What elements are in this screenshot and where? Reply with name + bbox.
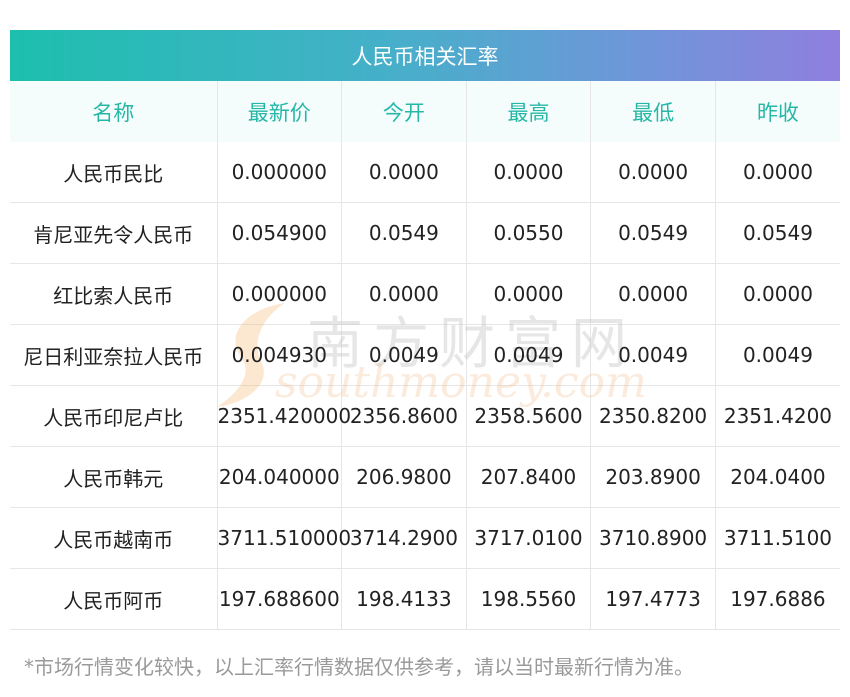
- currency-pair-name: 人民币韩元: [10, 446, 218, 508]
- table-row[interactable]: 人民币印尼卢比 2351.420000 2356.8600 2358.5600 …: [10, 385, 840, 447]
- high-price: 198.5560: [466, 568, 592, 630]
- table-row[interactable]: 人民币越南币 3711.510000 3714.2900 3717.0100 3…: [10, 507, 840, 569]
- rate-card: 人民币相关汇率 名称 最新价 今开 最高 最低 昨收 人民币民比 0.00000…: [0, 0, 850, 697]
- low-price: 0.0049: [590, 324, 716, 386]
- prev-close-price: 0.0549: [715, 202, 840, 264]
- header-high: 最高: [466, 81, 592, 142]
- table-body: 人民币民比 0.000000 0.0000 0.0000 0.0000 0.00…: [10, 142, 840, 630]
- high-price: 0.0000: [466, 142, 592, 203]
- table-row[interactable]: 人民币韩元 204.040000 206.9800 207.8400 203.8…: [10, 446, 840, 508]
- open-price: 0.0549: [341, 202, 467, 264]
- currency-pair-name: 人民币阿币: [10, 568, 218, 630]
- open-price: 2356.8600: [341, 385, 467, 447]
- high-price: 207.8400: [466, 446, 592, 508]
- low-price: 2350.8200: [590, 385, 716, 447]
- disclaimer-note: *市场行情变化较快，以上汇率行情数据仅供参考，请以当时最新行情为准。: [24, 655, 694, 679]
- table-row[interactable]: 尼日利亚奈拉人民币 0.004930 0.0049 0.0049 0.0049 …: [10, 324, 840, 386]
- prev-close-price: 3711.5100: [715, 507, 840, 569]
- prev-close-price: 0.0000: [715, 263, 840, 325]
- latest-price: 0.004930: [217, 324, 343, 386]
- table-header: 名称 最新价 今开 最高 最低 昨收: [10, 81, 840, 142]
- low-price: 0.0549: [590, 202, 716, 264]
- latest-price: 0.054900: [217, 202, 343, 264]
- prev-close-price: 197.6886: [715, 568, 840, 630]
- high-price: 2358.5600: [466, 385, 592, 447]
- open-price: 0.0000: [341, 263, 467, 325]
- table-row[interactable]: 红比索人民币 0.000000 0.0000 0.0000 0.0000 0.0…: [10, 263, 840, 325]
- prev-close-price: 2351.4200: [715, 385, 840, 447]
- low-price: 203.8900: [590, 446, 716, 508]
- high-price: 0.0550: [466, 202, 592, 264]
- header-name: 名称: [10, 81, 218, 142]
- table-title-text: 人民币相关汇率: [351, 44, 499, 69]
- currency-pair-name: 人民币越南币: [10, 507, 218, 569]
- latest-price: 3711.510000: [217, 507, 351, 569]
- header-open: 今开: [341, 81, 467, 142]
- low-price: 197.4773: [590, 568, 716, 630]
- currency-pair-name: 人民币印尼卢比: [10, 385, 218, 447]
- currency-pair-name: 肯尼亚先令人民币: [10, 202, 218, 264]
- high-price: 0.0049: [466, 324, 592, 386]
- open-price: 0.0000: [341, 142, 467, 203]
- latest-price: 197.688600: [217, 568, 343, 630]
- table-row[interactable]: 肯尼亚先令人民币 0.054900 0.0549 0.0550 0.0549 0…: [10, 202, 840, 264]
- currency-pair-name: 红比索人民币: [10, 263, 218, 325]
- prev-close-price: 0.0000: [715, 142, 840, 203]
- latest-price: 0.000000: [217, 142, 343, 203]
- open-price: 3714.2900: [341, 507, 467, 569]
- low-price: 0.0000: [590, 263, 716, 325]
- open-price: 0.0049: [341, 324, 467, 386]
- rates-table: 名称 最新价 今开 最高 最低 昨收 人民币民比 0.000000 0.0000…: [10, 81, 840, 630]
- latest-price: 0.000000: [217, 263, 343, 325]
- currency-pair-name: 人民币民比: [10, 142, 218, 203]
- open-price: 206.9800: [341, 446, 467, 508]
- prev-close-price: 0.0049: [715, 324, 840, 386]
- header-low: 最低: [590, 81, 716, 142]
- open-price: 198.4133: [341, 568, 467, 630]
- high-price: 0.0000: [466, 263, 592, 325]
- prev-close-price: 204.0400: [715, 446, 840, 508]
- low-price: 0.0000: [590, 142, 716, 203]
- high-price: 3717.0100: [466, 507, 592, 569]
- header-latest: 最新价: [217, 81, 343, 142]
- latest-price: 2351.420000: [217, 385, 351, 447]
- table-row[interactable]: 人民币阿币 197.688600 198.4133 198.5560 197.4…: [10, 568, 840, 630]
- table-row[interactable]: 人民币民比 0.000000 0.0000 0.0000 0.0000 0.00…: [10, 142, 840, 203]
- header-prev-close: 昨收: [715, 81, 840, 142]
- header-row: 名称 最新价 今开 最高 最低 昨收: [10, 81, 840, 142]
- latest-price: 204.040000: [217, 446, 343, 508]
- currency-pair-name: 尼日利亚奈拉人民币: [10, 324, 218, 386]
- table-title: 人民币相关汇率: [10, 30, 840, 81]
- low-price: 3710.8900: [590, 507, 716, 569]
